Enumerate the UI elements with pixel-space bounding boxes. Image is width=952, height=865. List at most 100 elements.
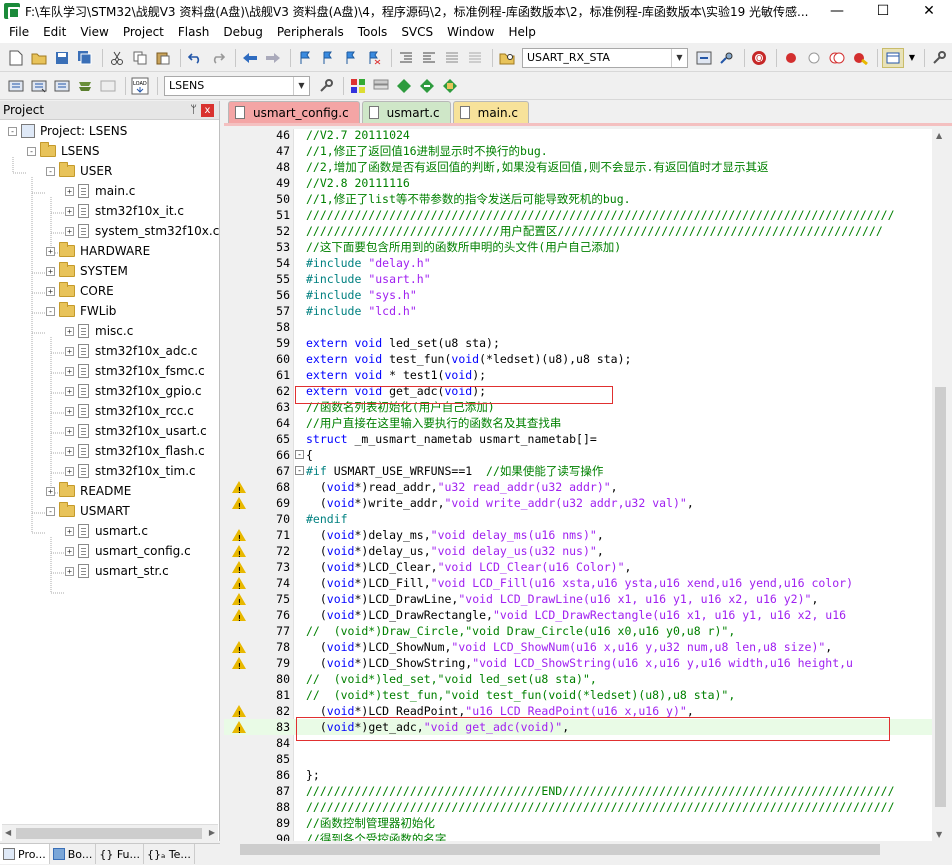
menu-tools[interactable]: Tools [351, 22, 395, 43]
code-line[interactable]: 65 struct _m_usmart_nametab usmart_nameta… [224, 431, 937, 447]
tree-file[interactable]: + stm32f10x_fsmc.c [65, 361, 205, 381]
warning-icon[interactable] [232, 561, 246, 579]
new-file-icon[interactable] [6, 48, 26, 68]
run-time-environment-icon[interactable] [440, 76, 460, 96]
code-line[interactable]: 86}; [224, 767, 937, 783]
collapse-icon[interactable]: - [27, 146, 36, 156]
menu-project[interactable]: Project [116, 22, 171, 43]
menu-file[interactable]: File [2, 22, 36, 43]
expand-icon[interactable]: + [65, 186, 74, 196]
expand-icon[interactable]: + [65, 366, 74, 376]
menu-flash[interactable]: Flash [171, 22, 216, 43]
tree-file[interactable]: + main.c [65, 181, 135, 201]
expand-icon[interactable]: + [65, 546, 74, 556]
code-line[interactable]: 80 // (void*)led_set,"void led_set(u8 sta… [224, 671, 937, 687]
build-icon[interactable] [29, 76, 49, 96]
window-layout-icon[interactable] [882, 47, 904, 68]
open-folder-icon[interactable] [29, 48, 49, 68]
scroll-thumb[interactable] [16, 828, 202, 839]
tree-project[interactable]: - Project: LSENS [8, 121, 127, 141]
scroll-up-icon[interactable]: ▲ [936, 131, 942, 140]
code-line[interactable]: 68 (void*)read_addr,"u32 read_addr(u32 a… [224, 479, 937, 499]
tree-file[interactable]: + stm32f10x_flash.c [65, 441, 205, 461]
editor-hscroll[interactable] [224, 841, 932, 858]
chevron-down-icon[interactable]: ▼ [671, 48, 687, 67]
chevron-down-icon[interactable]: ▼ [907, 48, 917, 68]
disable-breakpoint-icon[interactable] [804, 48, 824, 68]
tree-file[interactable]: + stm32f10x_adc.c [65, 341, 198, 361]
tree-target[interactable]: - LSENS [27, 141, 99, 161]
maximize-button[interactable]: ☐ [860, 0, 906, 22]
tab-functions[interactable]: {} Fu... [96, 844, 145, 864]
code-line[interactable]: 47 //1,修正了返回值16进制显示时不换行的bug. [224, 143, 937, 159]
warning-icon[interactable] [232, 721, 246, 739]
bookmark-icon[interactable] [295, 48, 315, 68]
editor-vscroll[interactable]: ▲ ▼ [932, 129, 949, 841]
tree-folder[interactable]: - USMART [46, 501, 130, 521]
expand-icon[interactable]: + [46, 266, 55, 276]
expand-icon[interactable]: + [65, 226, 74, 236]
undo-icon[interactable] [185, 48, 205, 68]
code-line[interactable]: 67- #if USMART_USE_WRFUNS==1 //如果使能了读写操作 [224, 463, 937, 479]
collapse-icon[interactable]: - [46, 306, 55, 316]
code-line[interactable]: 76 (void*)LCD_DrawRectangle,"void LCD_Dr… [224, 607, 937, 627]
code-line[interactable]: 72 (void*)delay_us,"void delay_us(u32 nu… [224, 543, 937, 563]
code-line[interactable]: 73 (void*)LCD_Clear,"void LCD_Clear(u16 … [224, 559, 937, 579]
save-all-icon[interactable] [75, 48, 95, 68]
expand-icon[interactable]: + [65, 406, 74, 416]
code-line[interactable]: 77 // (void*)Draw_Circle,"void Draw_Circl… [224, 623, 937, 639]
menu-svcs[interactable]: SVCS [394, 22, 440, 43]
select-packs-icon[interactable] [394, 76, 414, 96]
warning-icon[interactable] [232, 705, 246, 723]
code-line[interactable]: 60 extern void test_fun(void(*ledset)(u8)… [224, 351, 937, 367]
warning-icon[interactable] [232, 545, 246, 563]
tree-file[interactable]: + usmart_config.c [65, 541, 191, 561]
tree-folder[interactable]: + README [46, 481, 131, 501]
tab-main[interactable]: main.c [452, 101, 530, 123]
file-extensions-icon[interactable] [348, 76, 368, 96]
code-line[interactable]: 74 (void*)LCD_Fill,"void LCD_Fill(u16 xs… [224, 575, 937, 595]
batch-build-icon[interactable] [75, 76, 95, 96]
target-options-icon[interactable] [316, 76, 336, 96]
expand-icon[interactable]: + [65, 446, 74, 456]
nav-back-icon[interactable] [240, 48, 260, 68]
code-line[interactable]: 57 #include "lcd.h" [224, 303, 937, 319]
tree-folder[interactable]: + SYSTEM [46, 261, 128, 281]
menu-edit[interactable]: Edit [36, 22, 73, 43]
scroll-thumb[interactable] [240, 844, 880, 855]
close-icon[interactable]: x [201, 104, 214, 117]
incremental-find-icon[interactable] [694, 48, 714, 68]
tab-usmart-config[interactable]: usmart_config.c [228, 101, 360, 123]
collapse-icon[interactable]: - [8, 126, 17, 136]
cut-icon[interactable] [107, 48, 127, 68]
copy-icon[interactable] [130, 48, 150, 68]
code-line[interactable]: 48 //2,增加了函数是否有返回值的判断,如果没有返回值,则不会显示.有返回值时… [224, 159, 937, 175]
save-icon[interactable] [52, 48, 72, 68]
find-combo[interactable]: USART_RX_STA ▼ [522, 47, 688, 68]
paste-icon[interactable] [153, 48, 173, 68]
menu-debug[interactable]: Debug [216, 22, 269, 43]
menu-help[interactable]: Help [501, 22, 542, 43]
expand-icon[interactable]: + [65, 466, 74, 476]
warning-icon[interactable] [232, 593, 246, 611]
warning-icon[interactable] [232, 577, 246, 595]
translate-icon[interactable] [6, 76, 26, 96]
tree-file[interactable]: + stm32f10x_tim.c [65, 461, 196, 481]
code-line[interactable]: 81 // (void*)test_fun,"void test_fun(void… [224, 687, 937, 703]
tab-usmart[interactable]: usmart.c [361, 101, 451, 123]
scroll-thumb[interactable] [935, 387, 946, 807]
chevron-down-icon[interactable]: ▼ [293, 76, 309, 95]
tree-folder[interactable]: - USER [46, 161, 112, 181]
unindent-icon[interactable] [419, 48, 439, 68]
scroll-left-icon[interactable]: ◀ [5, 828, 11, 837]
prev-bookmark-icon[interactable] [318, 48, 338, 68]
tab-books[interactable]: Bo... [50, 844, 97, 864]
warning-icon[interactable] [232, 481, 246, 499]
disable-all-breakpoints-icon[interactable] [827, 48, 847, 68]
tab-project[interactable]: Pro... [0, 844, 50, 864]
code-line[interactable]: 66-{ [224, 447, 937, 463]
code-line[interactable]: 55 #include "usart.h" [224, 271, 937, 287]
project-panel-hscroll[interactable]: ◀ ▶ [2, 824, 218, 841]
find-tool-icon[interactable] [717, 48, 737, 68]
stop-build-icon[interactable] [98, 76, 118, 96]
